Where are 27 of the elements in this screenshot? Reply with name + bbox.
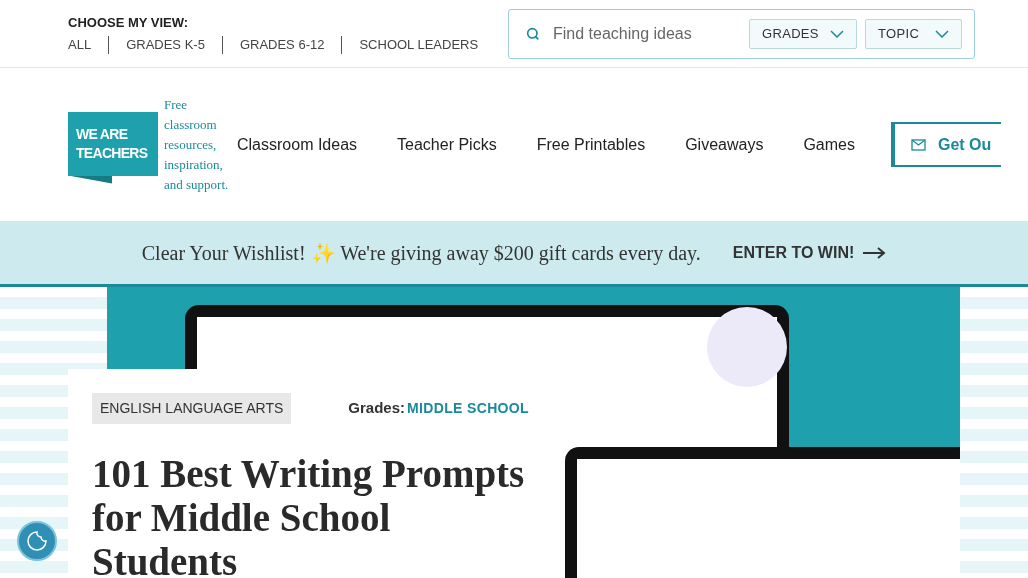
search-icon [525, 25, 541, 42]
newsletter-button[interactable]: Get Ou [890, 122, 1001, 167]
view-link[interactable]: SCHOOL LEADERS [341, 36, 496, 55]
filter-dropdown[interactable]: GRADES [749, 18, 857, 49]
article-title: 101 Best Writing Prompts for Middle School Students [92, 452, 526, 578]
promo-text: Clear Your Wishlist! ✨ We're giving away $200 gift cards every day. [141, 240, 701, 267]
nav-link[interactable]: Classroom Ideas [237, 132, 358, 157]
nav-link[interactable]: Games [803, 132, 855, 157]
view-link[interactable]: GRADES 6-12 [221, 36, 342, 55]
nav-link[interactable]: Giveaways [685, 132, 764, 157]
chevron-icon [830, 29, 844, 38]
view-chooser-title: CHOOSE MY VIEW: [68, 13, 190, 32]
enter-link[interactable]: ENTER TO WIN! [732, 240, 887, 265]
view-link[interactable]: GRADES K-5 [108, 36, 222, 55]
tagline: Free classroom resources, inspiration, and support. [164, 95, 230, 194]
arrow-icon [862, 246, 887, 259]
filter-dropdown[interactable]: TOPIC [865, 18, 962, 49]
grades-label: Grades: [348, 398, 405, 419]
search-field[interactable]: Find teaching ideas [553, 21, 741, 46]
view-link[interactable]: ALL [68, 36, 109, 55]
nav-link[interactable]: Teacher Picks [397, 132, 497, 157]
grades-link[interactable]: MIDDLE SCHOOL [407, 398, 529, 420]
nav-link[interactable]: Free Printables [536, 132, 646, 157]
mail-icon [910, 138, 926, 151]
cookie-icon [25, 529, 49, 553]
chevron-icon [935, 29, 949, 38]
category-tag[interactable]: ENGLISH LANGUAGE ARTS [92, 393, 292, 424]
